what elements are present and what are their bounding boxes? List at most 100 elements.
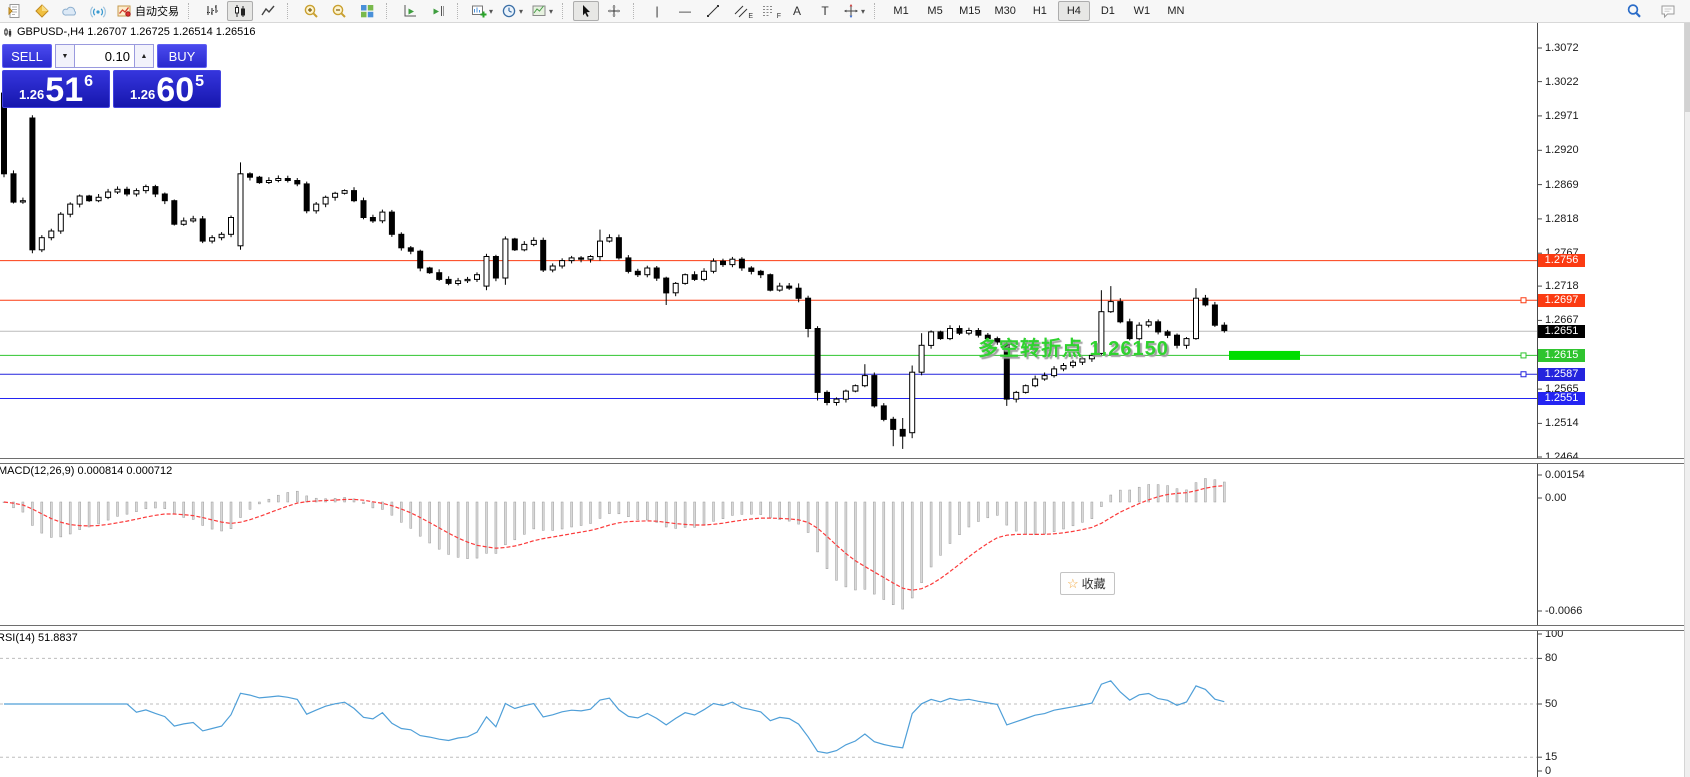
new-order-icon[interactable] bbox=[1, 1, 27, 21]
line-chart-icon[interactable] bbox=[255, 1, 281, 21]
right-scrollbar[interactable] bbox=[1684, 22, 1690, 777]
price-tick: 1.2514 bbox=[1545, 417, 1579, 429]
bar-chart-icon[interactable] bbox=[199, 1, 225, 21]
timeframe-m1[interactable]: M1 bbox=[885, 1, 917, 21]
volume-increase-button[interactable]: ▲ bbox=[134, 44, 154, 68]
favorite-button[interactable]: ☆ 收藏 bbox=[1060, 572, 1115, 595]
chart-shift-icon[interactable] bbox=[425, 1, 451, 21]
macd-tick: 0.00154 bbox=[1545, 469, 1585, 481]
horizontal-line-tool[interactable]: — bbox=[672, 1, 698, 21]
zoom-in-icon[interactable] bbox=[298, 1, 324, 21]
candlestick-series bbox=[2, 91, 1227, 449]
text-tool[interactable]: A bbox=[784, 1, 810, 21]
timeframe-mn[interactable]: MN bbox=[1160, 1, 1192, 21]
price-tag-1.2756: 1.2756 bbox=[1538, 254, 1585, 267]
toolbar-separator bbox=[188, 3, 194, 19]
sell-price-big: 51 bbox=[45, 74, 83, 106]
buy-price-pip: 5 bbox=[195, 73, 204, 91]
right-scrollbar-thumb[interactable] bbox=[1685, 22, 1690, 112]
auto-scroll-icon[interactable] bbox=[397, 1, 423, 21]
price-tick: 1.2971 bbox=[1545, 110, 1579, 122]
toolbar-separator bbox=[287, 3, 293, 19]
timeframe-m30[interactable]: M30 bbox=[988, 1, 1021, 21]
timeframe-w1[interactable]: W1 bbox=[1126, 1, 1158, 21]
timeframe-h4[interactable]: H4 bbox=[1058, 1, 1090, 21]
favorite-label: 收藏 bbox=[1082, 575, 1106, 592]
timeframe-bar: M1M5M15M30H1H4D1W1MN bbox=[884, 1, 1193, 21]
macd-tick: 0.00 bbox=[1545, 492, 1566, 504]
chat-icon[interactable] bbox=[1655, 1, 1681, 21]
symbol-ohlc-text: GBPUSD-,H4 1.26707 1.26725 1.26514 1.265… bbox=[17, 26, 256, 38]
candlestick-chart-icon[interactable] bbox=[227, 1, 253, 21]
metaquotes-icon[interactable] bbox=[29, 1, 55, 21]
buy-price-big: 60 bbox=[156, 74, 194, 106]
price-tick: 1.2920 bbox=[1545, 144, 1579, 156]
timeframe-m15[interactable]: M15 bbox=[953, 1, 986, 21]
rsi-level-lines bbox=[0, 658, 1537, 757]
vertical-line-tool[interactable]: | bbox=[644, 1, 670, 21]
green-highlight-bar bbox=[1229, 351, 1300, 360]
volume-decrease-button[interactable]: ▼ bbox=[55, 44, 75, 68]
price-tag-1.2697[interactable]: 1.2697 bbox=[1538, 294, 1585, 307]
arrows-dropdown[interactable]: ▾ bbox=[840, 1, 868, 21]
macd-tick: -0.0066 bbox=[1545, 605, 1582, 617]
rsi-tick: 50 bbox=[1545, 698, 1557, 710]
macd-label: MACD(12,26,9) 0.000814 0.000712 bbox=[0, 465, 172, 477]
price-tag-1.2587[interactable]: 1.2587 bbox=[1538, 368, 1585, 381]
sell-price-pip: 6 bbox=[84, 73, 93, 91]
chart-canvas bbox=[0, 0, 1690, 777]
macd-histogram bbox=[3, 479, 1225, 610]
signal-icon[interactable] bbox=[85, 1, 111, 21]
volume-input[interactable]: 0.10 bbox=[75, 44, 134, 68]
level-lines bbox=[0, 261, 1537, 399]
price-tick: 1.2818 bbox=[1545, 213, 1579, 225]
price-tag-1.2615[interactable]: 1.2615 bbox=[1538, 349, 1585, 362]
cursor-tool[interactable] bbox=[573, 1, 599, 21]
pane-splitter-rsi[interactable] bbox=[0, 625, 1690, 631]
price-tag-1.2551: 1.2551 bbox=[1538, 392, 1585, 405]
trendline-tool[interactable] bbox=[700, 1, 726, 21]
price-tick: 1.2718 bbox=[1545, 280, 1579, 292]
macd-signal-line bbox=[4, 486, 1224, 591]
top-toolbar: 自动交易▾▾▾|—EFAT▾ M1M5M15M30H1H4D1W1MN bbox=[0, 0, 1690, 23]
rsi-tick: 80 bbox=[1545, 652, 1557, 664]
text-label-tool[interactable]: T bbox=[812, 1, 838, 21]
rsi-tick: 0 bbox=[1545, 765, 1551, 777]
auto-trading-button[interactable]: 自动交易 bbox=[113, 1, 182, 21]
pane-splitter-macd[interactable] bbox=[0, 458, 1690, 464]
search-icon[interactable] bbox=[1621, 1, 1647, 21]
sell-price-prefix: 1.26 bbox=[19, 87, 44, 102]
tile-windows-icon[interactable] bbox=[354, 1, 380, 21]
timeframe-d1[interactable]: D1 bbox=[1092, 1, 1124, 21]
channel-tool[interactable]: E bbox=[728, 1, 754, 21]
star-icon: ☆ bbox=[1067, 576, 1079, 592]
sell-price-box[interactable]: 1.26 51 6 bbox=[2, 70, 110, 108]
price-tag-1.2651: 1.2651 bbox=[1538, 325, 1585, 338]
timeframe-m5[interactable]: M5 bbox=[919, 1, 951, 21]
crosshair-tool[interactable] bbox=[601, 1, 627, 21]
price-tick: 1.3072 bbox=[1545, 42, 1579, 54]
zoom-out-icon[interactable] bbox=[326, 1, 352, 21]
rsi-tick: 15 bbox=[1545, 751, 1557, 763]
fibonacci-tool[interactable]: F bbox=[756, 1, 782, 21]
chart-title-bar: GBPUSD-,H4 1.26707 1.26725 1.26514 1.265… bbox=[3, 25, 256, 39]
mini-chart-icon bbox=[3, 27, 13, 38]
rsi-line bbox=[4, 681, 1224, 753]
cloud-icon[interactable] bbox=[57, 1, 83, 21]
periods-dropdown[interactable]: ▾ bbox=[498, 1, 526, 21]
pivot-annotation-text: 多空转折点 1.26150 bbox=[978, 332, 1169, 361]
rsi-label: RSI(14) 51.8837 bbox=[0, 632, 78, 644]
toolbar-separator bbox=[386, 3, 392, 19]
toolbar-separator bbox=[562, 3, 568, 19]
new-chart-dropdown[interactable]: ▾ bbox=[468, 1, 496, 21]
buy-button[interactable]: BUY bbox=[157, 44, 207, 68]
buy-price-prefix: 1.26 bbox=[130, 87, 155, 102]
templates-dropdown[interactable]: ▾ bbox=[528, 1, 556, 21]
price-tick: 1.3022 bbox=[1545, 76, 1579, 88]
sell-button[interactable]: SELL bbox=[2, 44, 52, 68]
timeframe-h1[interactable]: H1 bbox=[1024, 1, 1056, 21]
one-click-trading-panel: SELL ▼ 0.10 ▲ BUY 1.26 51 6 1.26 60 5 bbox=[2, 44, 221, 108]
toolbar-separator bbox=[457, 3, 463, 19]
buy-price-box[interactable]: 1.26 60 5 bbox=[113, 70, 221, 108]
toolbar-separator bbox=[633, 3, 639, 19]
